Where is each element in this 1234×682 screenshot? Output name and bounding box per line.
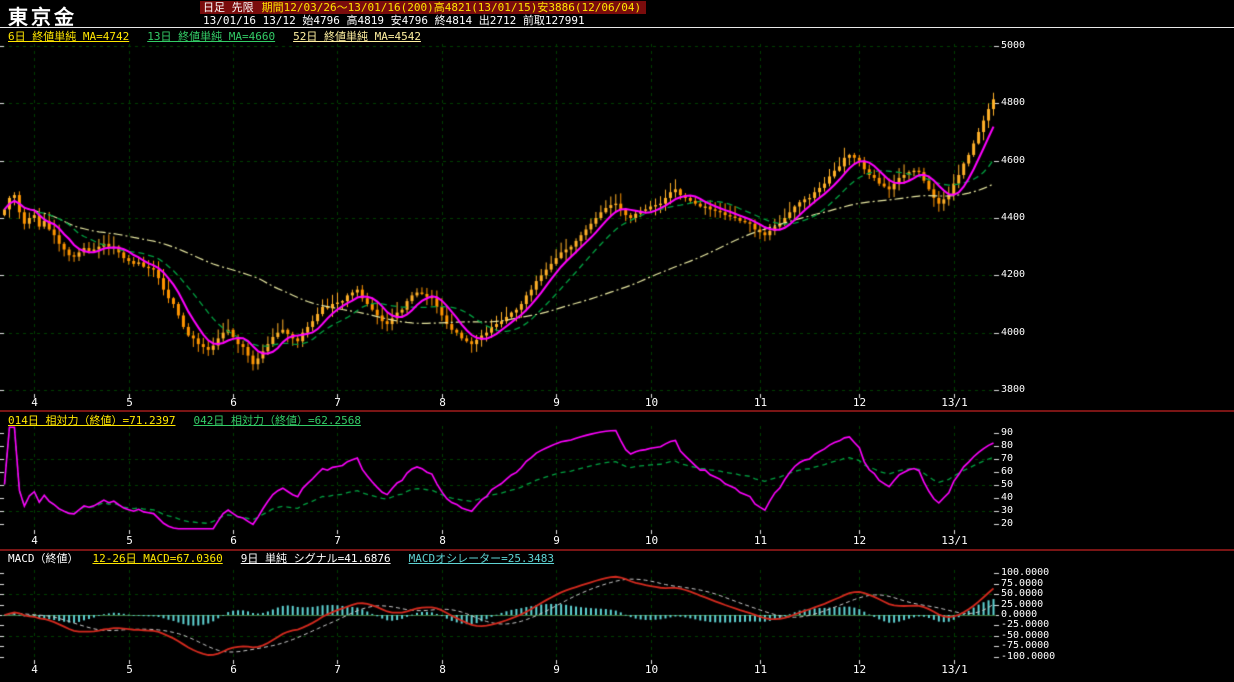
macd-legend-row: MACD（終値） 12-26日 MACD=67.0360 9日 単純 シグナル=41…	[8, 553, 572, 565]
ma-legend-item[interactable]: 52日 終値単純 MA=4542	[293, 30, 421, 43]
macd-legend-item[interactable]: MACDオシレーター=25.3483	[409, 552, 554, 565]
price-chart-canvas[interactable]	[0, 0, 1234, 682]
quote-info-line: 13/01/16 13/12 始4796 高4819 安4796 終4814 出…	[203, 14, 585, 27]
header-info: 日足 先限 期間12/03/26～13/01/16(200)高4821(13/01…	[200, 1, 647, 27]
chart-app-window: 東京金 日足 先限 期間12/03/26～13/01/16(200)高4821(1…	[0, 0, 1234, 682]
macd-legend-item[interactable]: 9日 単純 シグナル=41.6876	[241, 552, 391, 565]
rsi-legend-item[interactable]: 014日 相対力（終値）=71.2397	[8, 414, 175, 427]
ma-legend-row: 6日 終値単純 MA=4742 13日 終値単純 MA=4660 52日 終値単純 …	[8, 31, 439, 43]
panel-separator	[0, 410, 1234, 412]
macd-legend-title: MACD（終値）	[8, 552, 79, 565]
rsi-legend-row: 014日 相対力（終値）=71.2397 042日 相対力（終値）=62.2568	[8, 415, 379, 427]
header-bar: 東京金 日足 先限 期間12/03/26～13/01/16(200)高4821(1…	[0, 0, 1234, 29]
period-info-bar: 日足 先限 期間12/03/26～13/01/16(200)高4821(13/01…	[200, 1, 647, 14]
period-range-label: 期間12/03/26～13/01/16(200)高4821(13/01/15)安…	[261, 1, 642, 14]
instrument-title: 東京金	[8, 5, 77, 29]
ma-legend-item[interactable]: 6日 終値単純 MA=4742	[8, 30, 129, 43]
panel-separator	[0, 549, 1234, 551]
macd-legend-item[interactable]: 12-26日 MACD=67.0360	[93, 552, 223, 565]
period-type-label: 日足 先限	[203, 1, 254, 14]
macd-legend-items: 12-26日 MACD=67.0360 9日 単純 シグナル=41.6876 MAC…	[93, 552, 573, 565]
ma-legend-item[interactable]: 13日 終値単純 MA=4660	[147, 30, 275, 43]
rsi-legend-item[interactable]: 042日 相対力（終値）=62.2568	[193, 414, 360, 427]
